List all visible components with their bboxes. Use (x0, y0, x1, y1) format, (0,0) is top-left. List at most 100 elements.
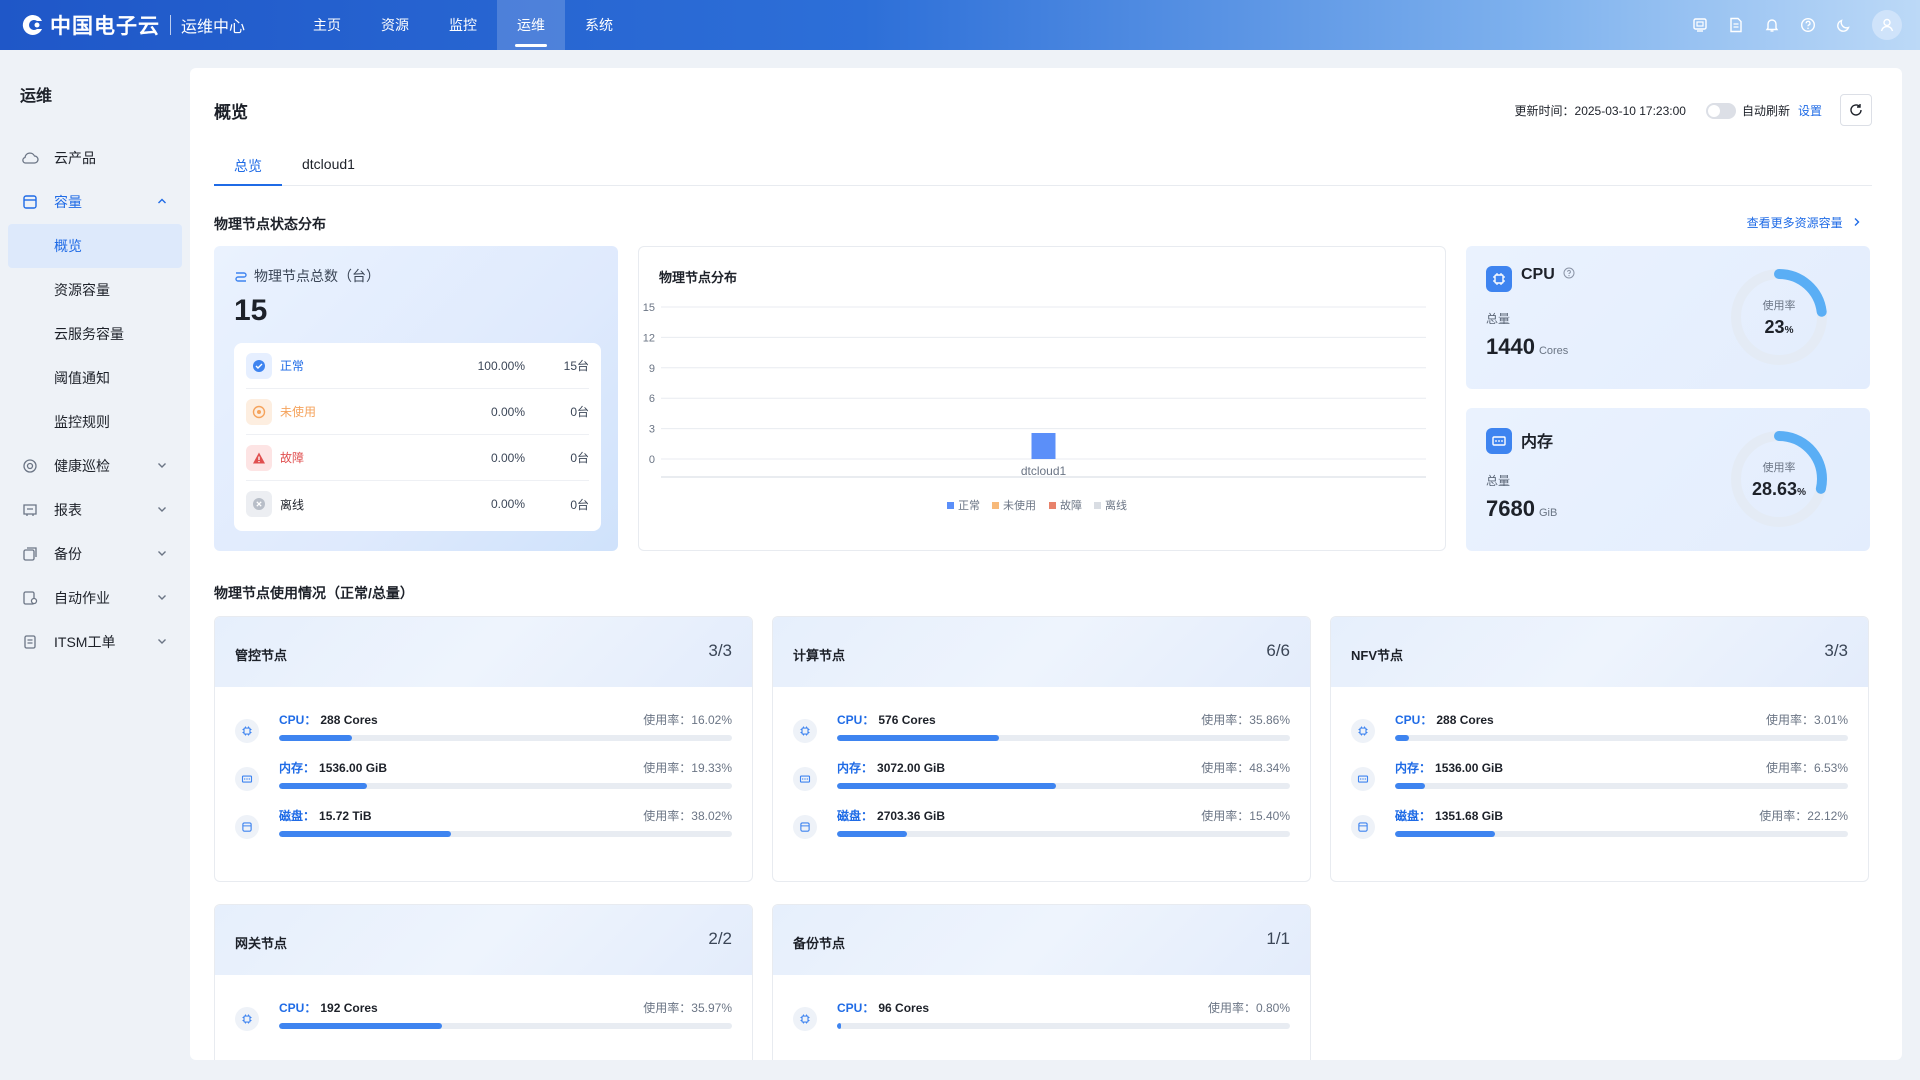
page-title: 概览 (214, 103, 248, 122)
more-capacity-link[interactable]: 查看更多资源容量 (1747, 214, 1862, 231)
memory-icon (235, 767, 259, 791)
node-distribution-chart: 15 12 9 6 3 0 dtcloud1 正常 未使用 故障 离线 (643, 302, 1426, 512)
usage-row: 磁盘： 15.72 TiB 使用率：38.02% (235, 807, 732, 855)
usage-progress-fill (279, 735, 352, 741)
automation-icon (20, 588, 40, 608)
sidebar-item-monitor-rules[interactable]: 监控规则 (0, 400, 190, 444)
y-tick-label: 6 (649, 393, 655, 405)
brand-subtitle: 运维中心 (181, 19, 246, 36)
node-card-header: NFV节点 3/3 (1331, 617, 1868, 687)
usage-progress-bar (1395, 831, 1848, 837)
nav-home[interactable]: 主页 (293, 0, 361, 50)
offline-icon (246, 491, 272, 517)
sidebar-item-resource-capacity[interactable]: 资源容量 (0, 268, 190, 312)
chevron-down-icon (156, 590, 168, 606)
status-count: 0台 (570, 497, 589, 512)
usage-amount: 1536.00 GiB (1435, 761, 1504, 775)
report-icon (20, 500, 40, 520)
tab-dtcloud1[interactable]: dtcloud1 (282, 156, 375, 186)
section-title-status: 物理节点状态分布 (214, 216, 326, 232)
sidebar-item-automation[interactable]: 自动作业 (0, 576, 190, 620)
usage-rate-label: 使用率： (1759, 809, 1808, 823)
cpu-total-label: 总量 (1486, 312, 1511, 326)
sidebar-item-service-capacity[interactable]: 云服务容量 (0, 312, 190, 356)
sidebar-item-report[interactable]: 报表 (0, 488, 190, 532)
document-icon[interactable] (1718, 7, 1754, 43)
usage-type: CPU： (1395, 713, 1433, 727)
usage-rate: 使用率：22.12% (1759, 807, 1848, 825)
nav-monitor[interactable]: 监控 (429, 0, 497, 50)
usage-progress-bar (279, 783, 732, 789)
sidebar-item-label: 健康巡检 (54, 458, 110, 474)
node-card: 计算节点 6/6 CPU： 576 Cores 使用率：35.86% 内存： 307… (772, 616, 1311, 882)
usage-type: CPU： (279, 1001, 317, 1015)
moon-icon[interactable] (1826, 7, 1862, 43)
usage-progress-fill (837, 783, 1056, 789)
legend-swatch (992, 502, 999, 509)
brand-name: 中国电子云 (50, 15, 160, 38)
status-percent: 0.00% (490, 497, 525, 511)
sidebar-item-label: 报表 (54, 502, 82, 518)
brand-logo[interactable]: 中国电子云 运维中心 (20, 10, 245, 40)
status-count: 15台 (563, 359, 589, 373)
usage-progress-fill (1395, 783, 1425, 789)
node-card-count: 2/2 (708, 929, 732, 948)
memory-total-unit: GiB (1538, 507, 1558, 519)
sidebar-item-backup[interactable]: 备份 (0, 532, 190, 576)
bar-正常 (1031, 433, 1056, 459)
usage-rate: 使用率：35.97% (643, 999, 732, 1017)
tab-summary[interactable]: 总览 (214, 156, 282, 186)
node-card-count: 6/6 (1266, 641, 1290, 660)
status-count: 0台 (570, 405, 589, 419)
usage-row: CPU： 96 Cores 使用率：0.80% (793, 999, 1290, 1047)
usage-progress-fill (837, 735, 1000, 741)
sidebar-item-threshold[interactable]: 阈值通知 (0, 356, 190, 400)
memory-total-value: 7680 (1486, 496, 1535, 521)
user-avatar[interactable] (1872, 10, 1902, 40)
usage-rate: 使用率：3.01% (1766, 711, 1848, 729)
sidebar-item-overview[interactable]: 概览 (8, 224, 182, 268)
usage-type: 磁盘： (837, 809, 874, 823)
settings-link[interactable]: 设置 (1798, 102, 1822, 119)
help-icon[interactable] (1563, 267, 1575, 279)
usage-type: 内存： (279, 761, 316, 775)
status-percent: 0.00% (490, 404, 525, 419)
backup-icon (20, 544, 40, 564)
sidebar-item-label: 备份 (54, 546, 82, 562)
auto-refresh-toggle[interactable] (1705, 102, 1736, 119)
usage-type: CPU： (837, 713, 875, 727)
sidebar-item-label: ITSM工单 (54, 634, 116, 650)
bell-icon[interactable] (1754, 7, 1790, 43)
usage-amount: 3072.00 GiB (877, 761, 946, 775)
nav-resources[interactable]: 资源 (361, 0, 429, 50)
status-row-fault: 故障 0.00% 0台 (246, 435, 589, 481)
sidebar-item-health[interactable]: 健康巡检 (0, 444, 190, 488)
usage-progress-bar (279, 1023, 732, 1029)
chip-icon (793, 1007, 817, 1031)
refresh-button[interactable] (1840, 94, 1872, 126)
node-card-title: 计算节点 (793, 648, 846, 663)
usage-progress-bar (837, 831, 1290, 837)
usage-progress-bar (279, 735, 732, 741)
unused-icon (246, 398, 272, 425)
usage-amount: 1536.00 GiB (319, 761, 388, 775)
usage-progress-fill (1395, 831, 1496, 837)
status-count: 0台 (570, 451, 589, 465)
usage-rate-label: 使用率： (1201, 761, 1250, 775)
usage-row: CPU： 192 Cores 使用率：35.97% (235, 999, 732, 1047)
sidebar-item-capacity[interactable]: 容量 (0, 180, 190, 224)
nav-system[interactable]: 系统 (565, 0, 633, 50)
nav-operations[interactable]: 运维 (497, 0, 566, 50)
sidebar-item-cloud-products[interactable]: 云产品 (0, 136, 190, 180)
usage-rate-label: 使用率： (1201, 713, 1250, 727)
usage-rate-label: 使用率： (643, 713, 692, 727)
cpu-usage-label: 使用率 (1762, 299, 1796, 312)
usage-row: CPU： 288 Cores 使用率：16.02% (235, 711, 732, 759)
cpu-usage-number: 23 (1764, 316, 1785, 337)
usage-type: 内存： (837, 761, 874, 775)
help-icon[interactable] (1790, 7, 1826, 43)
screen-icon[interactable] (1682, 7, 1718, 43)
node-card-title: 备份节点 (793, 936, 846, 951)
legend-swatch (1094, 502, 1101, 509)
sidebar-item-itsm[interactable]: ITSM工单 (0, 620, 190, 664)
